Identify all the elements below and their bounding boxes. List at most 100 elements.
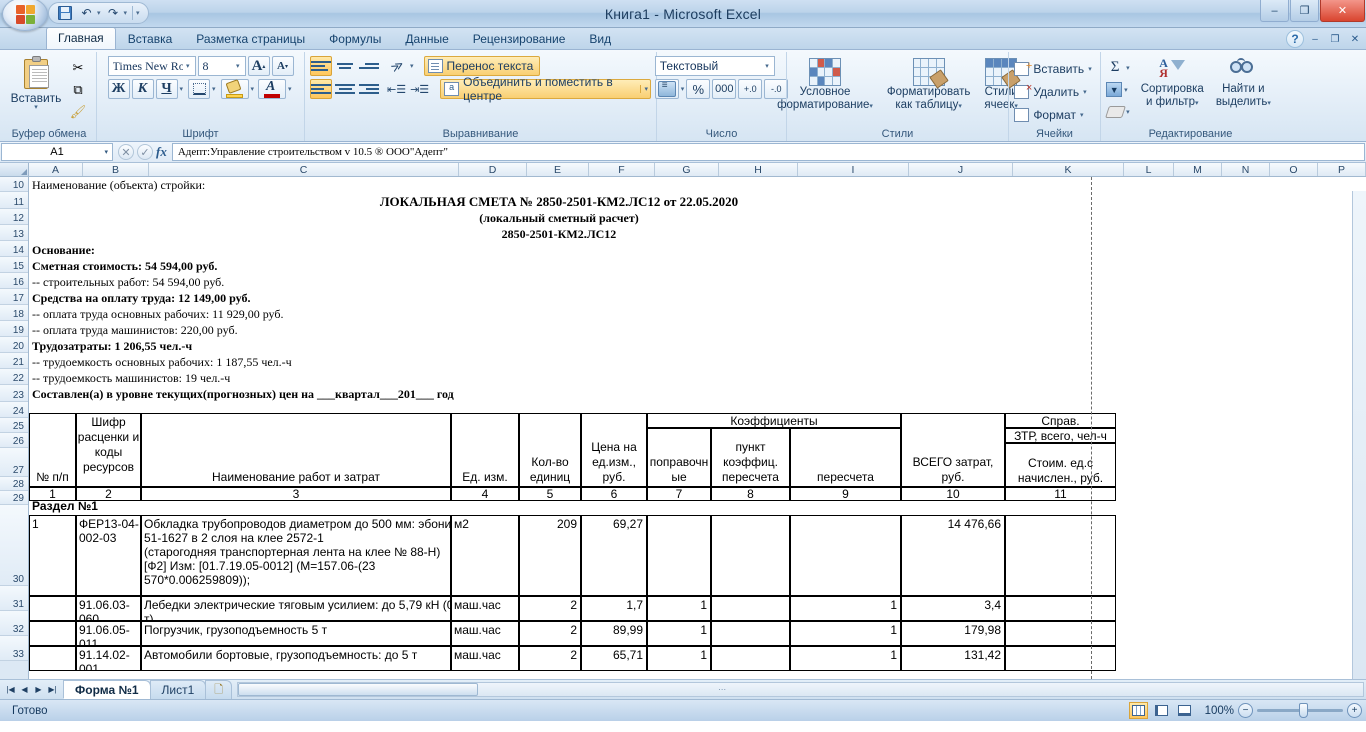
merge-dropdown-icon[interactable]: ▾: [640, 85, 648, 93]
data-cell-r1-c4[interactable]: 2: [519, 596, 581, 621]
find-select-button[interactable]: Найти и выделить▾: [1212, 57, 1275, 110]
zoom-out-button[interactable]: −: [1238, 703, 1253, 718]
tab-review[interactable]: Рецензирование: [461, 28, 578, 49]
number-format-combo[interactable]: Текстовый ▾: [654, 56, 775, 76]
row-header-32[interactable]: 32: [0, 611, 28, 636]
sort-filter-button[interactable]: AЯ Сортировка и фильтр▾: [1137, 56, 1208, 110]
column-header-m[interactable]: M: [1174, 163, 1222, 176]
data-cell-r2-c10[interactable]: [1005, 621, 1116, 646]
header-cell-unit[interactable]: Ед. изм.: [451, 413, 519, 487]
delete-cells-button[interactable]: Удалить ▾: [1011, 81, 1094, 102]
accounting-dropdown-icon[interactable]: ▾: [681, 85, 685, 93]
column-header-k[interactable]: K: [1013, 163, 1124, 176]
header-number-cell-10[interactable]: 10: [901, 487, 1005, 501]
data-cell-r2-c6[interactable]: 1: [647, 621, 711, 646]
clear-dropdown-icon[interactable]: ▾: [1126, 108, 1130, 116]
font-color-dropdown-icon[interactable]: ▾: [288, 85, 292, 93]
align-middle-button[interactable]: [334, 56, 356, 76]
row-header-12[interactable]: 12: [0, 209, 28, 225]
header-number-cell-5[interactable]: 5: [519, 487, 581, 501]
data-cell-r2-c1[interactable]: 91.06.05- 011: [76, 621, 141, 646]
data-cell-r1-c7[interactable]: [711, 596, 790, 621]
data-cell-r2-c9[interactable]: 179,98: [901, 621, 1005, 646]
italic-button[interactable]: К: [131, 79, 154, 99]
merge-center-button[interactable]: Объединить и поместить в центре ▾: [440, 75, 651, 103]
orientation-button[interactable]: ≫: [386, 56, 408, 76]
row-header-20[interactable]: 20: [0, 337, 28, 353]
header-number-cell-1[interactable]: 1: [29, 487, 76, 501]
header-number-cell-3[interactable]: 3: [141, 487, 451, 501]
row-header-19[interactable]: 19: [0, 321, 28, 337]
header-cell-spravka[interactable]: Справ.: [1005, 413, 1116, 428]
column-header-n[interactable]: N: [1222, 163, 1270, 176]
data-cell-r0-c8[interactable]: [790, 515, 901, 596]
data-cell-r3-c10[interactable]: [1005, 646, 1116, 671]
tab-home[interactable]: Главная: [46, 27, 116, 49]
grow-font-button[interactable]: A ▴: [247, 56, 270, 76]
header-number-cell-4[interactable]: 4: [451, 487, 519, 501]
number-format-dropdown-icon[interactable]: ▾: [762, 62, 772, 70]
tab-formulas[interactable]: Формулы: [317, 28, 393, 49]
data-cell-r3-c9[interactable]: 131,42: [901, 646, 1005, 671]
delete-dropdown-icon[interactable]: ▾: [1083, 88, 1087, 96]
data-cell-r0-c5[interactable]: 69,27: [581, 515, 647, 596]
column-header-d[interactable]: D: [459, 163, 527, 176]
minimize-button[interactable]: –: [1260, 0, 1289, 22]
fill-color-button[interactable]: [220, 79, 249, 99]
decrease-indent-button[interactable]: ⇤☰: [386, 79, 407, 99]
font-name-combo[interactable]: Times New Rom ▾: [107, 56, 196, 76]
orientation-dropdown-icon[interactable]: ▾: [410, 62, 414, 70]
fill-button[interactable]: ▼ ▾: [1106, 79, 1130, 100]
data-cell-r0-c1[interactable]: ФЕР13-04- 002-03: [76, 515, 141, 596]
data-cell-r0-c0[interactable]: 1: [29, 515, 76, 596]
data-cell-r2-c3[interactable]: маш.час: [451, 621, 519, 646]
data-cell-r1-c10[interactable]: [1005, 596, 1116, 621]
formula-input[interactable]: Адепт:Управление строительством v 10.5 ®…: [171, 143, 1365, 161]
minimize-ribbon-icon[interactable]: –: [1306, 30, 1324, 48]
row-header-26[interactable]: 26: [0, 433, 28, 448]
row-header-10[interactable]: 10: [0, 177, 28, 192]
restore-ribbon-icon[interactable]: ❐: [1326, 30, 1344, 48]
data-cell-r2-c0[interactable]: [29, 621, 76, 646]
page-break-view-button[interactable]: [1175, 702, 1194, 719]
clear-button[interactable]: ▾: [1104, 101, 1130, 122]
row-header-16[interactable]: 16: [0, 273, 28, 289]
data-cell-r1-c1[interactable]: 91.06.03- 060: [76, 596, 141, 621]
paste-dropdown-icon[interactable]: ▾: [34, 104, 38, 111]
align-bottom-button[interactable]: [358, 56, 380, 76]
header-number-cell-2[interactable]: 2: [76, 487, 141, 501]
data-cell-r2-c5[interactable]: 89,99: [581, 621, 647, 646]
column-header-b[interactable]: B: [83, 163, 149, 176]
data-cell-r0-c2[interactable]: Обкладка трубопроводов диаметром до 500 …: [141, 515, 451, 596]
zoom-slider-thumb[interactable]: [1299, 703, 1308, 718]
header-cell-price[interactable]: Цена на ед.изм., руб.: [581, 413, 647, 487]
column-header-l[interactable]: L: [1124, 163, 1174, 176]
zoom-in-button[interactable]: +: [1347, 703, 1362, 718]
data-cell-r3-c1[interactable]: 91.14.02- 001: [76, 646, 141, 671]
row-header-23[interactable]: 23: [0, 385, 28, 402]
zoom-slider[interactable]: [1257, 703, 1343, 718]
data-cell-r0-c6[interactable]: [647, 515, 711, 596]
horizontal-scrollbar[interactable]: ⋯: [237, 682, 1364, 697]
select-all-corner[interactable]: [0, 163, 29, 176]
row-header-25[interactable]: 25: [0, 418, 28, 433]
row-header-13[interactable]: 13: [0, 225, 28, 241]
column-header-f[interactable]: F: [589, 163, 655, 176]
header-cell-name[interactable]: Наименование работ и затрат: [141, 413, 451, 487]
percent-format-button[interactable]: %: [686, 79, 711, 99]
data-cell-r2-c4[interactable]: 2: [519, 621, 581, 646]
name-box[interactable]: A1 ▾: [1, 143, 113, 161]
fill-color-dropdown-icon[interactable]: ▾: [251, 85, 255, 93]
data-cell-r0-c10[interactable]: [1005, 515, 1116, 596]
data-cell-r3-c3[interactable]: маш.час: [451, 646, 519, 671]
column-header-h[interactable]: H: [719, 163, 798, 176]
row-header-22[interactable]: 22: [0, 369, 28, 385]
row-header-33[interactable]: 33: [0, 636, 28, 661]
data-cell-r3-c2[interactable]: Автомобили бортовые, грузоподъемность: д…: [141, 646, 451, 671]
accounting-format-button[interactable]: [654, 79, 679, 99]
sheet-tab-forma1[interactable]: Форма №1: [63, 680, 151, 699]
normal-view-button[interactable]: [1129, 702, 1148, 719]
align-center-button[interactable]: [334, 79, 356, 99]
row-header-31[interactable]: 31: [0, 586, 28, 611]
zoom-level[interactable]: 100%: [1198, 705, 1234, 717]
